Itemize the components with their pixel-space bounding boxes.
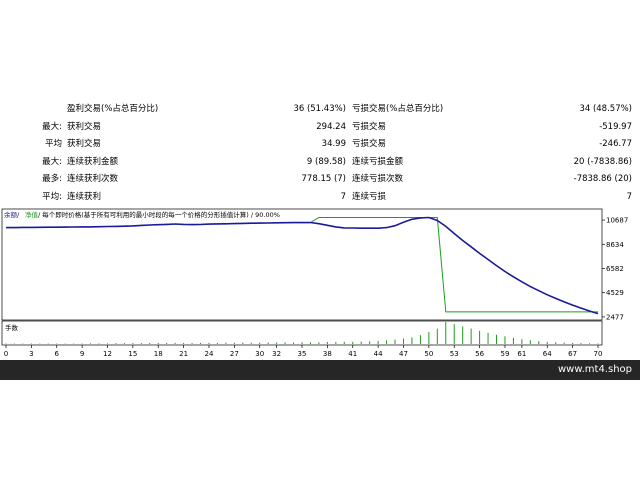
x-tick-label: 59 xyxy=(501,350,510,358)
x-tick-label: 9 xyxy=(80,350,84,358)
y-tick-label: 4529 xyxy=(606,289,624,297)
stat-label-win: 连续获利金额 xyxy=(67,156,119,167)
site-url: www.mt4.shop xyxy=(557,364,632,375)
x-tick-label: 18 xyxy=(154,350,163,358)
stat-value-win: 36 (51.43%) xyxy=(293,104,346,114)
y-tick-label: 2477 xyxy=(606,313,624,321)
x-tick-label: 53 xyxy=(450,350,459,358)
x-tick-label: 35 xyxy=(298,350,307,358)
stat-value-win: 7 xyxy=(340,191,346,202)
y-tick-label: 6582 xyxy=(606,265,624,273)
x-tick-label: 0 xyxy=(4,350,8,358)
volume-chart-frame xyxy=(1,320,603,346)
stat-label-loss: 连续亏损 xyxy=(352,191,387,202)
stat-prefix: 平均 xyxy=(44,139,62,149)
stat-row: 最多: 连续获利次数 778.15 (7) 连续亏损次数 -7838.86 (20) xyxy=(0,170,640,188)
stat-value-loss: -7838.86 (20) xyxy=(573,174,632,184)
stat-label-win: 盈利交易(%占总百分比) xyxy=(67,104,159,114)
legend-equity: 净值 xyxy=(25,210,39,219)
stat-label-win: 获利交易 xyxy=(67,121,102,132)
legend-description: / 每个即时价格(基于所有可利用的最小时段的每一个价格的分形插值计算) / 90… xyxy=(38,210,280,219)
x-tick-label: 3 xyxy=(29,350,33,358)
x-tick-label: 64 xyxy=(543,350,552,358)
stat-row: 盈利交易(%占总百分比) 36 (51.43%) 亏损交易(%占总百分比) 34 (4… xyxy=(0,100,640,118)
x-tick-label: 38 xyxy=(323,350,332,358)
x-tick-label: 12 xyxy=(103,350,112,358)
x-tick-label: 30 xyxy=(255,350,264,358)
stat-value-win: 778.15 (7) xyxy=(301,174,346,184)
stat-prefix: 最大: xyxy=(42,121,62,132)
stat-value-loss: 7 xyxy=(626,191,632,202)
trade-statistics-table: 盈利交易(%占总百分比) 36 (51.43%) 亏损交易(%占总百分比) 34 (4… xyxy=(0,100,640,204)
stat-value-win: 34.99 xyxy=(321,139,346,149)
x-tick-label: 27 xyxy=(230,350,239,358)
stat-label-loss: 亏损交易 xyxy=(352,121,387,132)
x-tick-label: 47 xyxy=(399,350,408,358)
y-tick-label: 8634 xyxy=(606,241,624,249)
stat-row: 最大: 连续获利金额 9 (89.58) 连续亏损金额 20 (-7838.86) xyxy=(0,153,640,171)
x-tick-label: 32 xyxy=(272,350,281,358)
stat-label-win: 获利交易 xyxy=(67,139,102,149)
x-tick-label: 41 xyxy=(348,350,357,358)
stat-row: 平均 获利交易 34.99 亏损交易 -246.77 xyxy=(0,135,640,153)
x-tick-label: 15 xyxy=(128,350,137,358)
stat-label-loss: 连续亏损次数 xyxy=(352,174,404,184)
legend-balance: 余额 xyxy=(4,210,18,219)
stat-value-loss: -519.97 xyxy=(599,121,632,132)
y-tick-label: 10687 xyxy=(606,217,628,225)
x-tick-label: 24 xyxy=(205,350,214,358)
stat-label-loss: 亏损交易 xyxy=(352,139,387,149)
stat-value-loss: 34 (48.57%) xyxy=(579,104,632,114)
stat-prefix: 最大: xyxy=(42,156,62,167)
stat-label-loss: 亏损交易(%占总百分比) xyxy=(352,104,444,114)
x-tick-label: 70 xyxy=(594,350,603,358)
x-tick-label: 61 xyxy=(517,350,526,358)
stat-prefix: 平均: xyxy=(42,191,62,202)
stat-row: 最大: 获利交易 294.24 亏损交易 -519.97 xyxy=(0,118,640,136)
volume-label: 手数 xyxy=(5,323,19,332)
x-tick-label: 50 xyxy=(424,350,433,358)
stat-label-win: 连续获利次数 xyxy=(67,174,119,184)
x-tick-label: 67 xyxy=(568,350,577,358)
stat-label-win: 连续获利 xyxy=(67,191,102,202)
x-tick-label: 21 xyxy=(179,350,188,358)
y-axis: 2477 4529 6582 8634 10687 xyxy=(602,217,628,321)
footer-bar: www.mt4.shop xyxy=(0,360,640,380)
stat-value-win: 294.24 xyxy=(316,121,346,132)
stat-value-loss: -246.77 xyxy=(599,139,632,149)
x-tick-label: 44 xyxy=(374,350,383,358)
stat-value-win: 9 (89.58) xyxy=(306,156,346,167)
balance-chart: 余额 / 净值 / 每个即时价格(基于所有可利用的最小时段的每一个价格的分形插值… xyxy=(1,208,628,358)
main-chart-frame xyxy=(1,208,603,321)
stat-value-loss: 20 (-7838.86) xyxy=(573,156,632,167)
x-tick-label: 56 xyxy=(475,350,484,358)
x-tick-label: 6 xyxy=(55,350,60,358)
x-axis: 0 3 6 9 12 15 18 21 24 27 30 32 35 38 41 44 47 50 53 56 59 61… xyxy=(4,345,603,358)
stat-label-loss: 连续亏损金额 xyxy=(352,156,404,167)
stat-row: 平均: 连续获利 7 连续亏损 7 xyxy=(0,188,640,206)
stat-prefix: 最多: xyxy=(42,174,62,184)
